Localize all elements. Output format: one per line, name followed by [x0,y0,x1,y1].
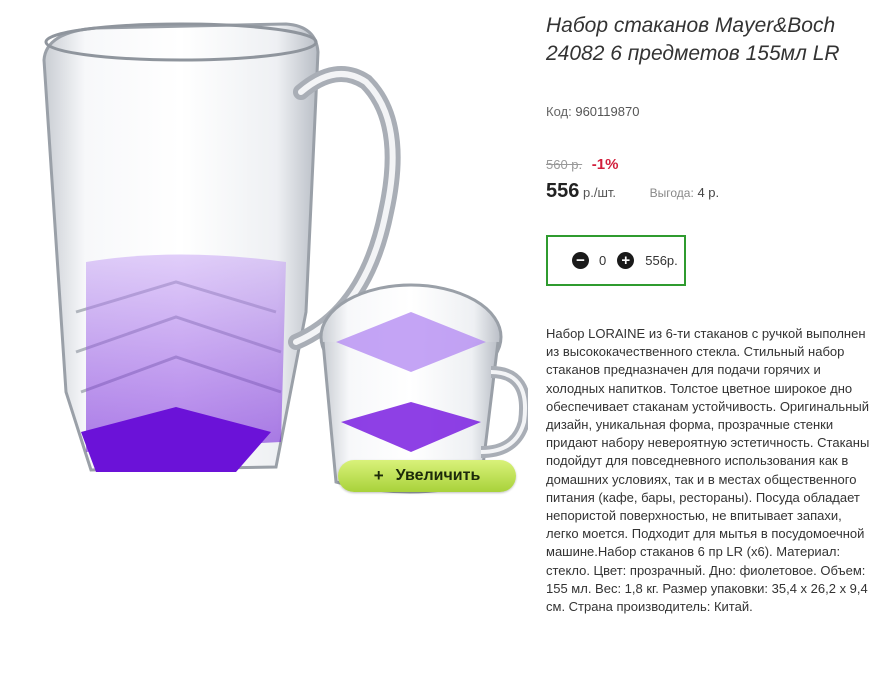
plus-circle-icon[interactable]: + [617,252,635,269]
plus-icon: + [373,466,384,485]
zoom-button[interactable]: + Увеличить [338,460,516,492]
product-description: Набор LORAINE из 6-ти стаканов с ручкой … [546,326,870,615]
product-title: Набор стаканов Mayer&Boch 24082 6 предме… [546,14,840,65]
zoom-label: Увеличить [395,467,481,484]
price-unit: р./шт. [583,185,617,200]
old-price: 560 р. [546,157,583,172]
cart-quantity-box: − 0 + 556р. [546,235,686,286]
minus-circle-icon[interactable]: − [572,252,589,269]
product-code-label: Код: [546,104,572,119]
old-price-row: 560 р. -1% [546,156,618,173]
product-image[interactable]: + Увеличить [36,12,528,504]
cart-sum: 556р. [645,253,678,268]
product-code: Код: 960119870 [546,104,639,119]
discount-badge: -1% [591,156,619,173]
product-code-value: 960119870 [575,104,640,119]
saving-value: 4 р. [697,185,720,200]
saving-label: Выгода: [649,186,694,200]
quantity-value: 0 [599,253,607,268]
current-price: 556 [546,180,580,202]
glass-mugs-illustration [42,22,528,494]
price-row: 556 р./шт. Выгода: 4 р. [546,180,719,203]
